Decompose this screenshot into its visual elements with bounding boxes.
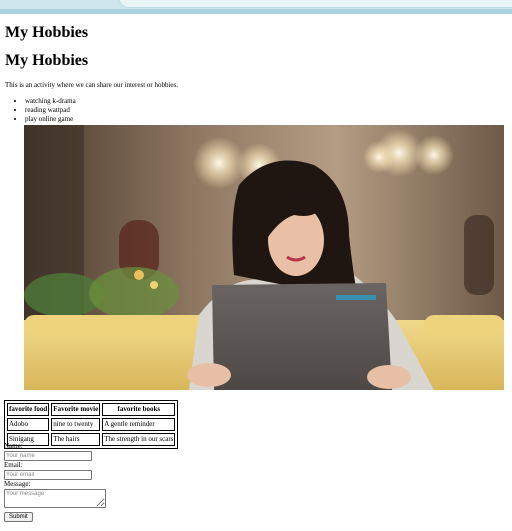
section-title: My Hobbies xyxy=(5,52,89,69)
page-title: My Hobbies xyxy=(5,24,89,41)
browser-top-band xyxy=(0,0,512,14)
table-cell: Adobo xyxy=(7,418,50,431)
list-item: play online game xyxy=(25,115,76,124)
email-label: Email: xyxy=(4,461,23,469)
hobby-list: watching k-drama reading wattpad play on… xyxy=(5,97,76,124)
page-description: This is an activity where we can share o… xyxy=(5,81,179,89)
submit-button[interactable]: Submit xyxy=(4,512,33,522)
message-label: Message: xyxy=(4,480,31,488)
hobby-photo xyxy=(24,125,504,390)
column-header: favorite books xyxy=(102,403,176,416)
list-item: reading wattpad xyxy=(25,106,76,115)
top-band-tab xyxy=(118,0,512,8)
list-item: watching k-drama xyxy=(25,97,76,106)
name-label: Name: xyxy=(4,442,23,450)
table-cell: The strength in our scars xyxy=(102,433,176,446)
name-input[interactable] xyxy=(4,451,92,461)
email-input[interactable] xyxy=(4,470,92,480)
table-row: Adobo nine to twenty A gentle reminder xyxy=(7,418,176,431)
table-header-row: favorite food Favorite movie favorite bo… xyxy=(7,403,176,416)
top-band-strip xyxy=(0,9,512,14)
message-input[interactable] xyxy=(4,489,106,508)
table-cell: nine to twenty xyxy=(51,418,101,431)
column-header: Favorite movie xyxy=(51,403,101,416)
contact-form: Name: Email: Message: Submit xyxy=(4,442,106,522)
table-cell: A gentle reminder xyxy=(102,418,176,431)
column-header: favorite food xyxy=(7,403,50,416)
